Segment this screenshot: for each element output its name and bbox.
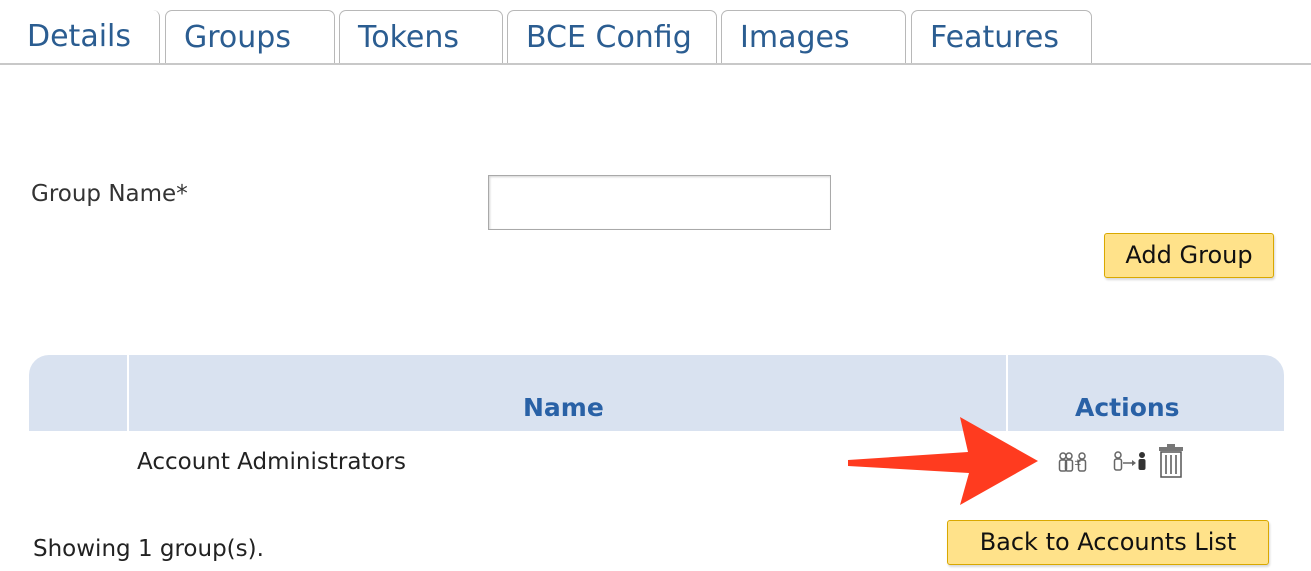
back-to-accounts-button[interactable]: Back to Accounts List	[947, 520, 1269, 565]
table-row: Account Administrators ±	[29, 431, 1284, 495]
groups-table: Name Actions Account Administrators ±	[29, 355, 1284, 495]
tab-features[interactable]: Features	[911, 10, 1092, 64]
results-count: Showing 1 group(s).	[33, 536, 264, 562]
tab-bar: Details Groups Tokens BCE Config Images …	[0, 0, 1311, 66]
tab-groups[interactable]: Groups	[165, 10, 335, 64]
group-name-cell: Account Administrators	[137, 449, 406, 475]
delete-icon[interactable]	[1157, 443, 1185, 479]
tab-images[interactable]: Images	[721, 10, 906, 64]
add-group-button[interactable]: Add Group	[1104, 233, 1274, 278]
tab-bce-config[interactable]: BCE Config	[507, 10, 717, 64]
edit-members-icon[interactable]: ±	[1057, 451, 1087, 475]
table-header: Name Actions	[29, 355, 1284, 431]
group-name-label: Group Name*	[31, 181, 188, 207]
svg-text:±: ±	[1074, 458, 1082, 468]
tab-tokens[interactable]: Tokens	[339, 10, 503, 64]
annotation-arrow-icon	[848, 417, 1038, 505]
group-name-input[interactable]	[488, 175, 831, 230]
header-divider	[127, 355, 129, 431]
tab-details[interactable]: Details	[0, 10, 160, 64]
tab-underline	[0, 63, 1311, 65]
actions-column-header: Actions	[1075, 393, 1180, 422]
transfer-user-icon[interactable]	[1112, 450, 1152, 474]
name-column-header[interactable]: Name	[523, 393, 604, 422]
